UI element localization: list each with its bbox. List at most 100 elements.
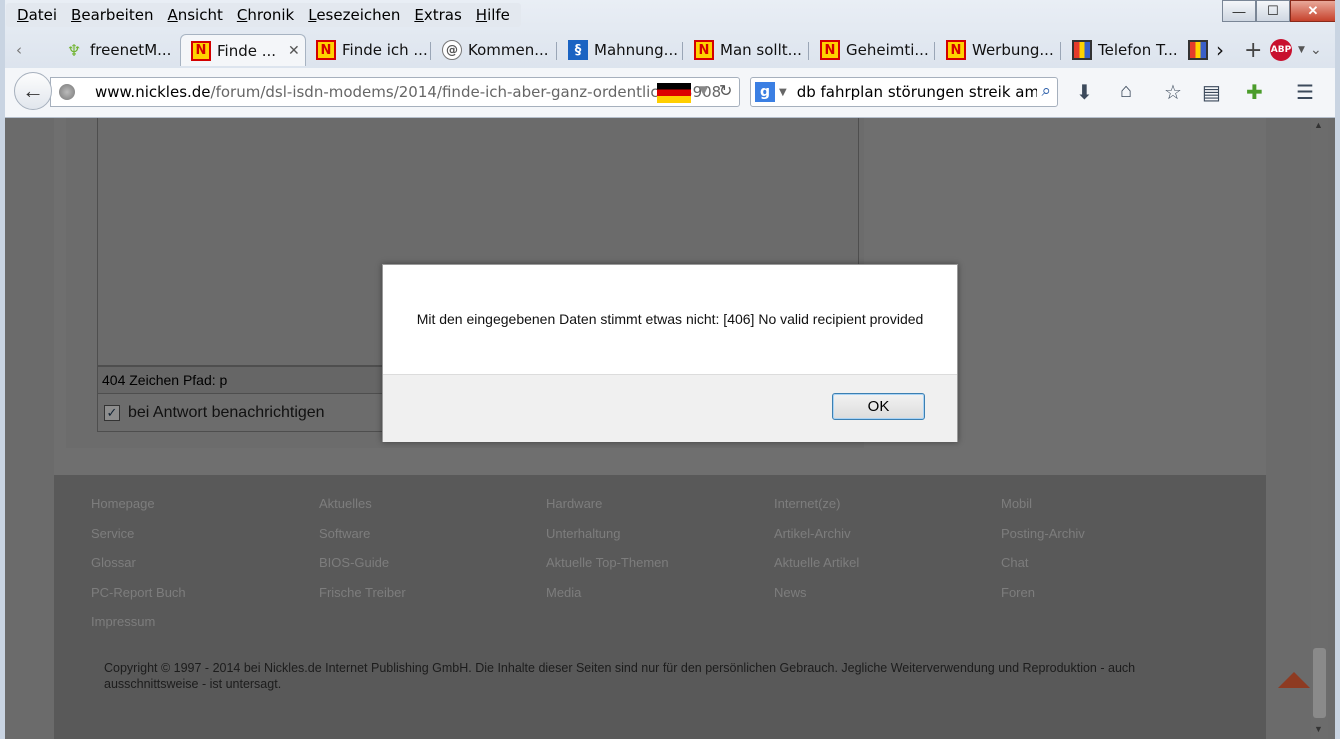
tab-label: Finde ich ... [342, 41, 428, 59]
comment-icon: @ [442, 40, 462, 60]
tab-scroll-left-icon[interactable]: ‹ [6, 34, 34, 66]
bookmark-star-icon[interactable]: ☆ [1164, 80, 1182, 105]
url-path: /forum/dsl-isdn-modems/2014/finde-ich-ab… [210, 83, 722, 101]
menu-bearbeiten[interactable]: Bearbeiten [64, 3, 160, 27]
search-engine-dropdown-icon[interactable]: ▼ [779, 87, 787, 98]
tab-freenet[interactable]: ♆ freenetM... [54, 34, 174, 66]
footer-link[interactable]: Foren [1001, 585, 1035, 600]
menu-hilfe[interactable]: Hilfe [469, 3, 517, 27]
tab-label: Telefon T... [1098, 41, 1178, 59]
search-query: db fahrplan störungen streik am 6.9 [796, 83, 1037, 101]
tab-list-icon[interactable]: ⌄ [1306, 34, 1332, 66]
tab-separator [808, 42, 809, 60]
menu-datei[interactable]: Datei [10, 3, 64, 27]
tab-man-sollte[interactable]: N Man sollt... [684, 34, 808, 66]
tab-separator [934, 42, 935, 60]
tab-geheimtipp[interactable]: N Geheimti... [810, 34, 934, 66]
nickles-icon: N [694, 40, 714, 60]
download-icon[interactable]: ⬇ [1076, 80, 1093, 105]
tab-label: Kommen... [468, 41, 549, 59]
footer-link[interactable]: Aktuelle Artikel [774, 555, 859, 570]
nickles-icon: N [820, 40, 840, 60]
footer-link[interactable]: Artikel-Archiv [774, 526, 851, 541]
footer-link[interactable]: Aktuelles [319, 496, 372, 511]
footer-link[interactable]: Media [546, 585, 581, 600]
tab-mahnung[interactable]: § Mahnung... [558, 34, 682, 66]
minimize-button[interactable]: — [1222, 0, 1256, 22]
url-dropdown-icon[interactable]: ▼ [699, 83, 708, 97]
tab-nickles-2[interactable]: N Finde ich ... [306, 34, 430, 66]
copyright-text: Copyright © 1997 - 2014 bei Nickles.de I… [104, 661, 1136, 691]
ok-button[interactable]: OK [832, 393, 925, 420]
close-window-button[interactable]: ✕ [1290, 0, 1336, 22]
menu-lesezeichen[interactable]: Lesezeichen [301, 3, 407, 27]
notify-label: bei Antwort benachrichtigen [128, 403, 325, 421]
scrollbar-thumb[interactable] [1313, 648, 1326, 718]
back-button[interactable]: ← [14, 72, 52, 110]
tab-active[interactable]: N Finde ... ✕ [180, 34, 306, 66]
scroll-to-top-icon[interactable] [1278, 672, 1310, 688]
menu-bar: Datei Bearbeiten Ansicht Chronik Lesezei… [6, 3, 521, 27]
tab-separator [430, 42, 431, 60]
tab-kommentar[interactable]: @ Kommen... [432, 34, 556, 66]
notify-checkbox[interactable]: ✓ [104, 404, 120, 421]
back-arrow-icon: ← [22, 78, 44, 103]
tab-separator [556, 42, 557, 60]
browser-chrome: Datei Bearbeiten Ansicht Chronik Lesezei… [0, 0, 1340, 118]
footer-link[interactable]: Mobil [1001, 496, 1032, 511]
tab-label: Man sollt... [720, 41, 802, 59]
footer-link[interactable]: Aktuelle Top-Themen [546, 555, 669, 570]
scroll-down-icon[interactable]: ▼ [1314, 724, 1323, 734]
footer-link[interactable]: Software [319, 526, 370, 541]
footer-link[interactable]: Homepage [91, 496, 155, 511]
tv-icon [1188, 40, 1208, 60]
tab-label: Werbung... [972, 41, 1054, 59]
tab-label: Geheimti... [846, 41, 929, 59]
footer-link[interactable]: BIOS-Guide [319, 555, 389, 570]
home-icon[interactable]: ⌂ [1120, 80, 1132, 103]
page-scrollbar[interactable]: ▲ ▼ [1311, 118, 1328, 739]
adblock-icon[interactable]: ABP ▼ [1268, 34, 1308, 66]
tab-scroll-right-icon[interactable]: › [1212, 34, 1236, 66]
search-icon[interactable]: ⌕ [1041, 81, 1051, 101]
tv-icon [1072, 40, 1092, 60]
new-tab-icon[interactable]: + [1238, 34, 1266, 66]
german-flag-icon [657, 83, 691, 103]
footer-link[interactable]: Internet(ze) [774, 496, 840, 511]
google-icon[interactable]: g [755, 82, 775, 102]
footer-link[interactable]: PC-Report Buch [91, 585, 186, 600]
hamburger-menu-icon[interactable]: ☰ [1296, 80, 1314, 105]
menu-ansicht[interactable]: Ansicht [160, 3, 229, 27]
site-footer: Homepage Service Glossar PC-Report Buch … [54, 475, 1310, 739]
nickles-icon: N [316, 40, 336, 60]
tab-telefon[interactable]: Telefon T... [1062, 34, 1186, 66]
footer-link[interactable]: News [774, 585, 807, 600]
scroll-up-icon[interactable]: ▲ [1314, 120, 1323, 130]
search-bar[interactable]: g ▼ db fahrplan störungen streik am 6.9 … [750, 77, 1058, 107]
url-bar[interactable]: www.nickles.de/forum/dsl-isdn-modems/201… [50, 77, 740, 107]
footer-link[interactable]: Posting-Archiv [1001, 526, 1085, 541]
maximize-button[interactable]: ☐ [1256, 0, 1290, 22]
dialog-button-bar: OK [383, 374, 957, 442]
footer-link[interactable]: Unterhaltung [546, 526, 620, 541]
tab-label: freenetM... [90, 41, 172, 59]
footer-link[interactable]: Frische Treiber [319, 585, 406, 600]
footer-link[interactable]: Impressum [91, 614, 155, 629]
alert-dialog: Mit den eingegebenen Daten stimmt etwas … [382, 264, 958, 442]
footer-link[interactable]: Glossar [91, 555, 136, 570]
menu-chronik[interactable]: Chronik [230, 3, 301, 27]
paragraph-icon: § [568, 40, 588, 60]
tab-werbung[interactable]: N Werbung... [936, 34, 1060, 66]
globe-icon [59, 84, 75, 100]
footer-link[interactable]: Service [91, 526, 134, 541]
addon-puzzle-icon[interactable]: ✚ [1246, 80, 1263, 105]
footer-link[interactable]: Hardware [546, 496, 602, 511]
footer-link[interactable]: Chat [1001, 555, 1028, 570]
tab-overflow[interactable] [1184, 34, 1214, 66]
menu-extras[interactable]: Extras [407, 3, 468, 27]
reload-icon[interactable]: ↻ [719, 81, 732, 100]
notify-option[interactable]: ✓ bei Antwort benachrichtigen [97, 394, 397, 432]
tab-close-icon[interactable]: ✕ [288, 43, 300, 59]
navigation-toolbar: www.nickles.de/forum/dsl-isdn-modems/201… [0, 68, 1340, 118]
bookmarks-list-icon[interactable]: ▤ [1202, 80, 1221, 105]
